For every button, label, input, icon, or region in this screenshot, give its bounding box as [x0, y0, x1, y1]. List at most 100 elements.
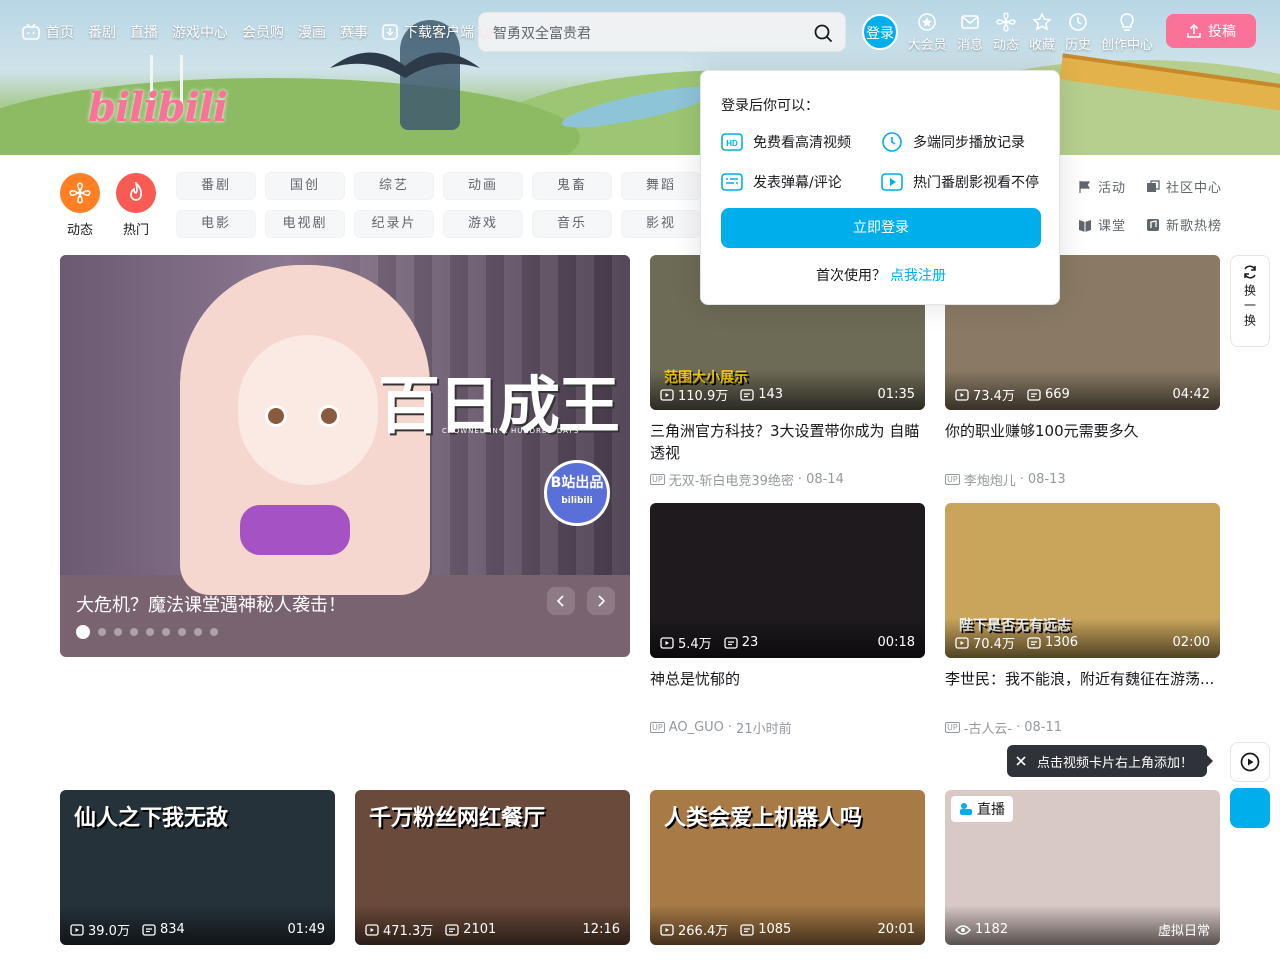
channel-activity-label: 活动 [1098, 181, 1127, 196]
channel-documentary[interactable]: 纪录片 [354, 210, 434, 238]
video-duration: 02:00 [1172, 635, 1210, 650]
danmaku-count-value: 143 [758, 387, 784, 402]
nav-game-center[interactable]: 游戏中心 [172, 22, 228, 42]
carousel-dot[interactable] [194, 628, 202, 636]
danmaku-count-icon [740, 388, 754, 401]
video-meta[interactable]: UP 无双-斩白电竞39绝密 · 08-14 [650, 470, 925, 489]
danmaku-count-icon [740, 923, 754, 936]
register-prefix: 首次使用？ [816, 268, 886, 284]
video-meta[interactable]: UP 李炮炮儿 · 08-13 [945, 470, 1220, 489]
close-icon[interactable] [1015, 755, 1027, 767]
channel-dance[interactable]: 舞蹈 [621, 172, 701, 200]
login-avatar-button[interactable]: 登录 [862, 14, 898, 50]
channel-bangumi[interactable]: 番剧 [176, 172, 256, 200]
play-count-value: 73.4万 [973, 389, 1015, 404]
carousel-dot[interactable] [146, 628, 154, 636]
upload-button[interactable]: 投稿 [1166, 14, 1256, 48]
channel-animation[interactable]: 动画 [443, 172, 523, 200]
video-thumbnail[interactable]: 人类会爱上机器人吗 266.4万 1085 20:01 [650, 790, 925, 945]
carousel-dot[interactable] [114, 628, 122, 636]
channel-activity[interactable]: 活动 [1078, 177, 1126, 196]
nav-live[interactable]: 直播 [130, 22, 158, 42]
channel-game[interactable]: 游戏 [443, 210, 523, 238]
register-link[interactable]: 点我注册 [890, 268, 946, 284]
channel-music-chart[interactable]: 新歌热榜 [1146, 215, 1222, 234]
carousel-dot[interactable] [210, 628, 218, 636]
video-title[interactable]: 神总是忧郁的 [650, 668, 925, 712]
video-card[interactable]: 直播 1182 虚拟日常 [945, 790, 1220, 945]
hero-image[interactable]: 百日成王 CROWNED IN A HUNDRED DAYS B站出品 bili… [60, 255, 630, 595]
video-thumbnail[interactable]: 仙人之下我无敌 39.0万 834 01:49 [60, 790, 335, 945]
perk-hd: HD 免费看高清视频 [721, 131, 851, 153]
nav-esports[interactable]: 赛事 [340, 22, 368, 42]
video-thumbnail[interactable]: 5.4万 23 00:18 [650, 503, 925, 658]
nav-shop[interactable]: 会员购 [242, 22, 284, 42]
hero-caption[interactable]: 大危机？魔法课堂遇神秘人袭击！ [76, 591, 346, 617]
tv-icon [22, 24, 40, 40]
live-badge: 直播 [951, 796, 1013, 822]
nav-creator-center[interactable]: 创作中心 [1101, 12, 1153, 53]
video-stats: 471.3万 2101 12:16 [365, 920, 620, 939]
play-count-value: 266.4万 [678, 924, 729, 939]
nav-download[interactable]: 下载客户端 新 [382, 22, 494, 42]
channel-movie[interactable]: 电影 [176, 210, 256, 238]
refresh-button[interactable]: 换一换 [1230, 255, 1270, 347]
video-title[interactable]: 李世民：我不能浪，附近有魏征在游荡... [945, 668, 1220, 712]
channel-guochuang[interactable]: 国创 [265, 172, 345, 200]
carousel-dot[interactable] [130, 628, 138, 636]
carousel-dot[interactable] [178, 628, 186, 636]
video-card[interactable]: 仙人之下我无敌 39.0万 834 01:49 [60, 790, 335, 945]
hero-carousel[interactable]: 百日成王 CROWNED IN A HUNDRED DAYS B站出品 bili… [60, 255, 630, 657]
class-icon [1079, 219, 1091, 232]
danmaku-count-icon [142, 923, 156, 936]
nav-feed[interactable]: 动态 [986, 12, 1026, 53]
carousel-dot[interactable] [98, 628, 106, 636]
bilibili-logo[interactable]: bilibili [88, 84, 228, 131]
video-card[interactable]: 陛下是否无有远志70.4万130602:00 李世民：我不能浪，附近有魏征在游荡.… [945, 503, 1220, 737]
nav-messages[interactable]: 消息 [950, 12, 990, 53]
nav-bangumi[interactable]: 番剧 [88, 22, 116, 42]
channel-music-chart-label: 新歌热榜 [1166, 219, 1223, 234]
chevron-left-icon [556, 595, 564, 607]
video-thumbnail[interactable]: 千万粉丝网红餐厅 471.3万 2101 12:16 [355, 790, 630, 945]
carousel-dot[interactable] [162, 628, 170, 636]
carousel-next-button[interactable] [587, 587, 615, 615]
video-duration: 虚拟日常 [1157, 924, 1210, 939]
video-title[interactable]: 你的职业赚够100元需要多久 [945, 420, 1220, 464]
video-meta[interactable]: UP -古人云- · 08-11 [945, 718, 1220, 737]
watch-later-button[interactable] [1230, 742, 1270, 782]
floating-action-button[interactable] [1230, 788, 1270, 828]
channel-kichiku[interactable]: 鬼畜 [532, 172, 612, 200]
channel-community[interactable]: 社区中心 [1146, 177, 1222, 196]
live-icon [960, 803, 972, 815]
hero-character-face [238, 335, 378, 485]
hd-icon: HD [721, 133, 743, 151]
danmaku-count-icon [1027, 636, 1041, 649]
video-meta[interactable]: UP AO_GUO · 21小时前 [650, 718, 925, 737]
channel-music[interactable]: 音乐 [532, 210, 612, 238]
nav-history[interactable]: 历史 [1058, 12, 1098, 53]
upload-icon [1187, 23, 1201, 38]
nav-home[interactable]: 首页 [22, 22, 74, 42]
nav-vip[interactable]: 大会员 [907, 12, 947, 53]
search-input[interactable] [493, 22, 793, 44]
login-now-button[interactable]: 立即登录 [721, 208, 1041, 248]
carousel-prev-button[interactable] [547, 587, 575, 615]
video-thumbnail[interactable]: 陛下是否无有远志70.4万130602:00 [945, 503, 1220, 658]
channel-class[interactable]: 课堂 [1078, 215, 1126, 234]
video-card[interactable]: 千万粉丝网红餐厅 471.3万 2101 12:16 [355, 790, 630, 945]
video-card[interactable]: 5.4万 23 00:18 神总是忧郁的 UP AO_GUO · 21小时前 [650, 503, 925, 737]
nav-favorites[interactable]: 收藏 [1022, 12, 1062, 53]
channel-tv[interactable]: 电视剧 [265, 210, 345, 238]
video-card[interactable]: 人类会爱上机器人吗 266.4万 1085 20:01 [650, 790, 925, 945]
search-icon[interactable] [813, 23, 833, 43]
video-title[interactable]: 三角洲官方科技？3大设置带你成为 自瞄 透视 [650, 420, 925, 464]
nav-manga[interactable]: 漫画 [298, 22, 326, 42]
video-thumbnail[interactable]: 直播 1182 虚拟日常 [945, 790, 1220, 945]
video-duration: 20:01 [877, 922, 915, 937]
channel-variety[interactable]: 综艺 [354, 172, 434, 200]
channel-film[interactable]: 影视 [621, 210, 701, 238]
carousel-dot[interactable] [76, 625, 90, 639]
hot-channel-button[interactable] [116, 173, 156, 213]
dynamic-channel-button[interactable] [60, 173, 100, 213]
